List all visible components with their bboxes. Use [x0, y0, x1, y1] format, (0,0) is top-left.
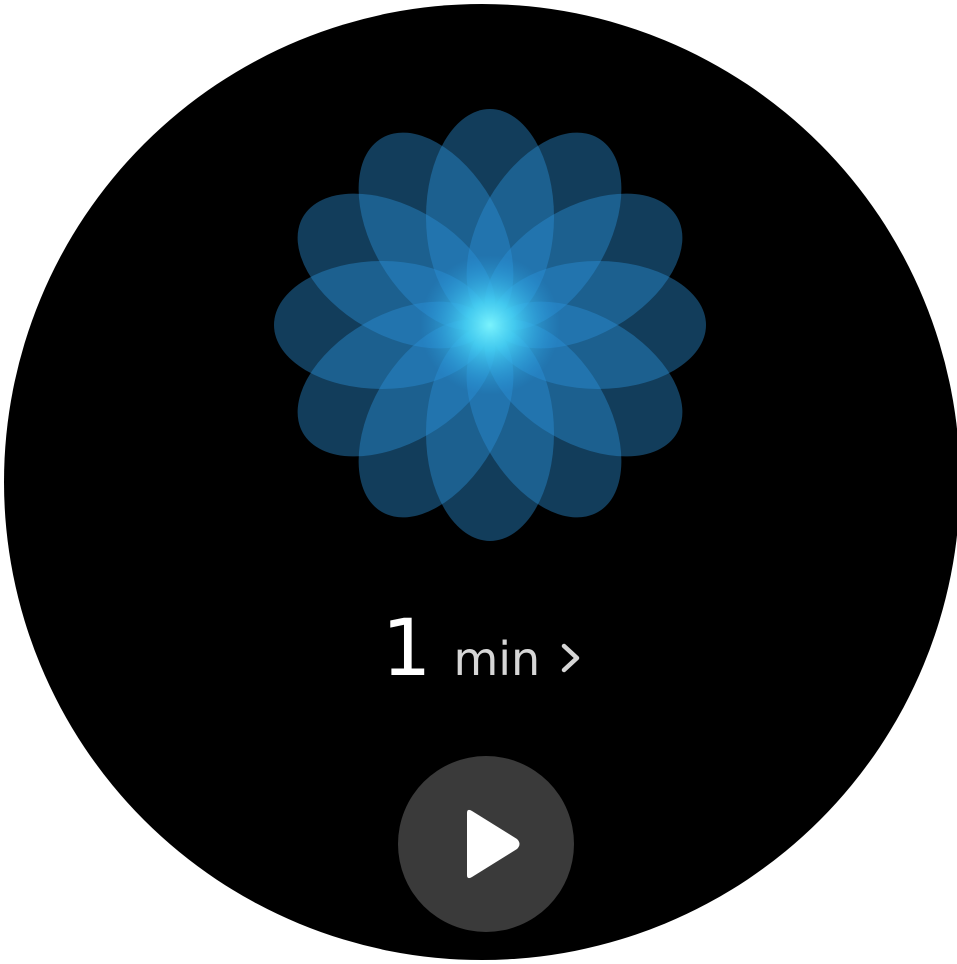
- watch-face: 1 min: [4, 4, 957, 960]
- play-button[interactable]: [398, 756, 574, 932]
- chevron-right-icon: [560, 641, 582, 675]
- duration-selector[interactable]: 1 min: [4, 604, 957, 704]
- duration-unit: min: [453, 632, 541, 686]
- breathing-flower-icon: [270, 105, 710, 545]
- play-icon: [459, 807, 523, 881]
- duration-value: 1: [381, 604, 432, 694]
